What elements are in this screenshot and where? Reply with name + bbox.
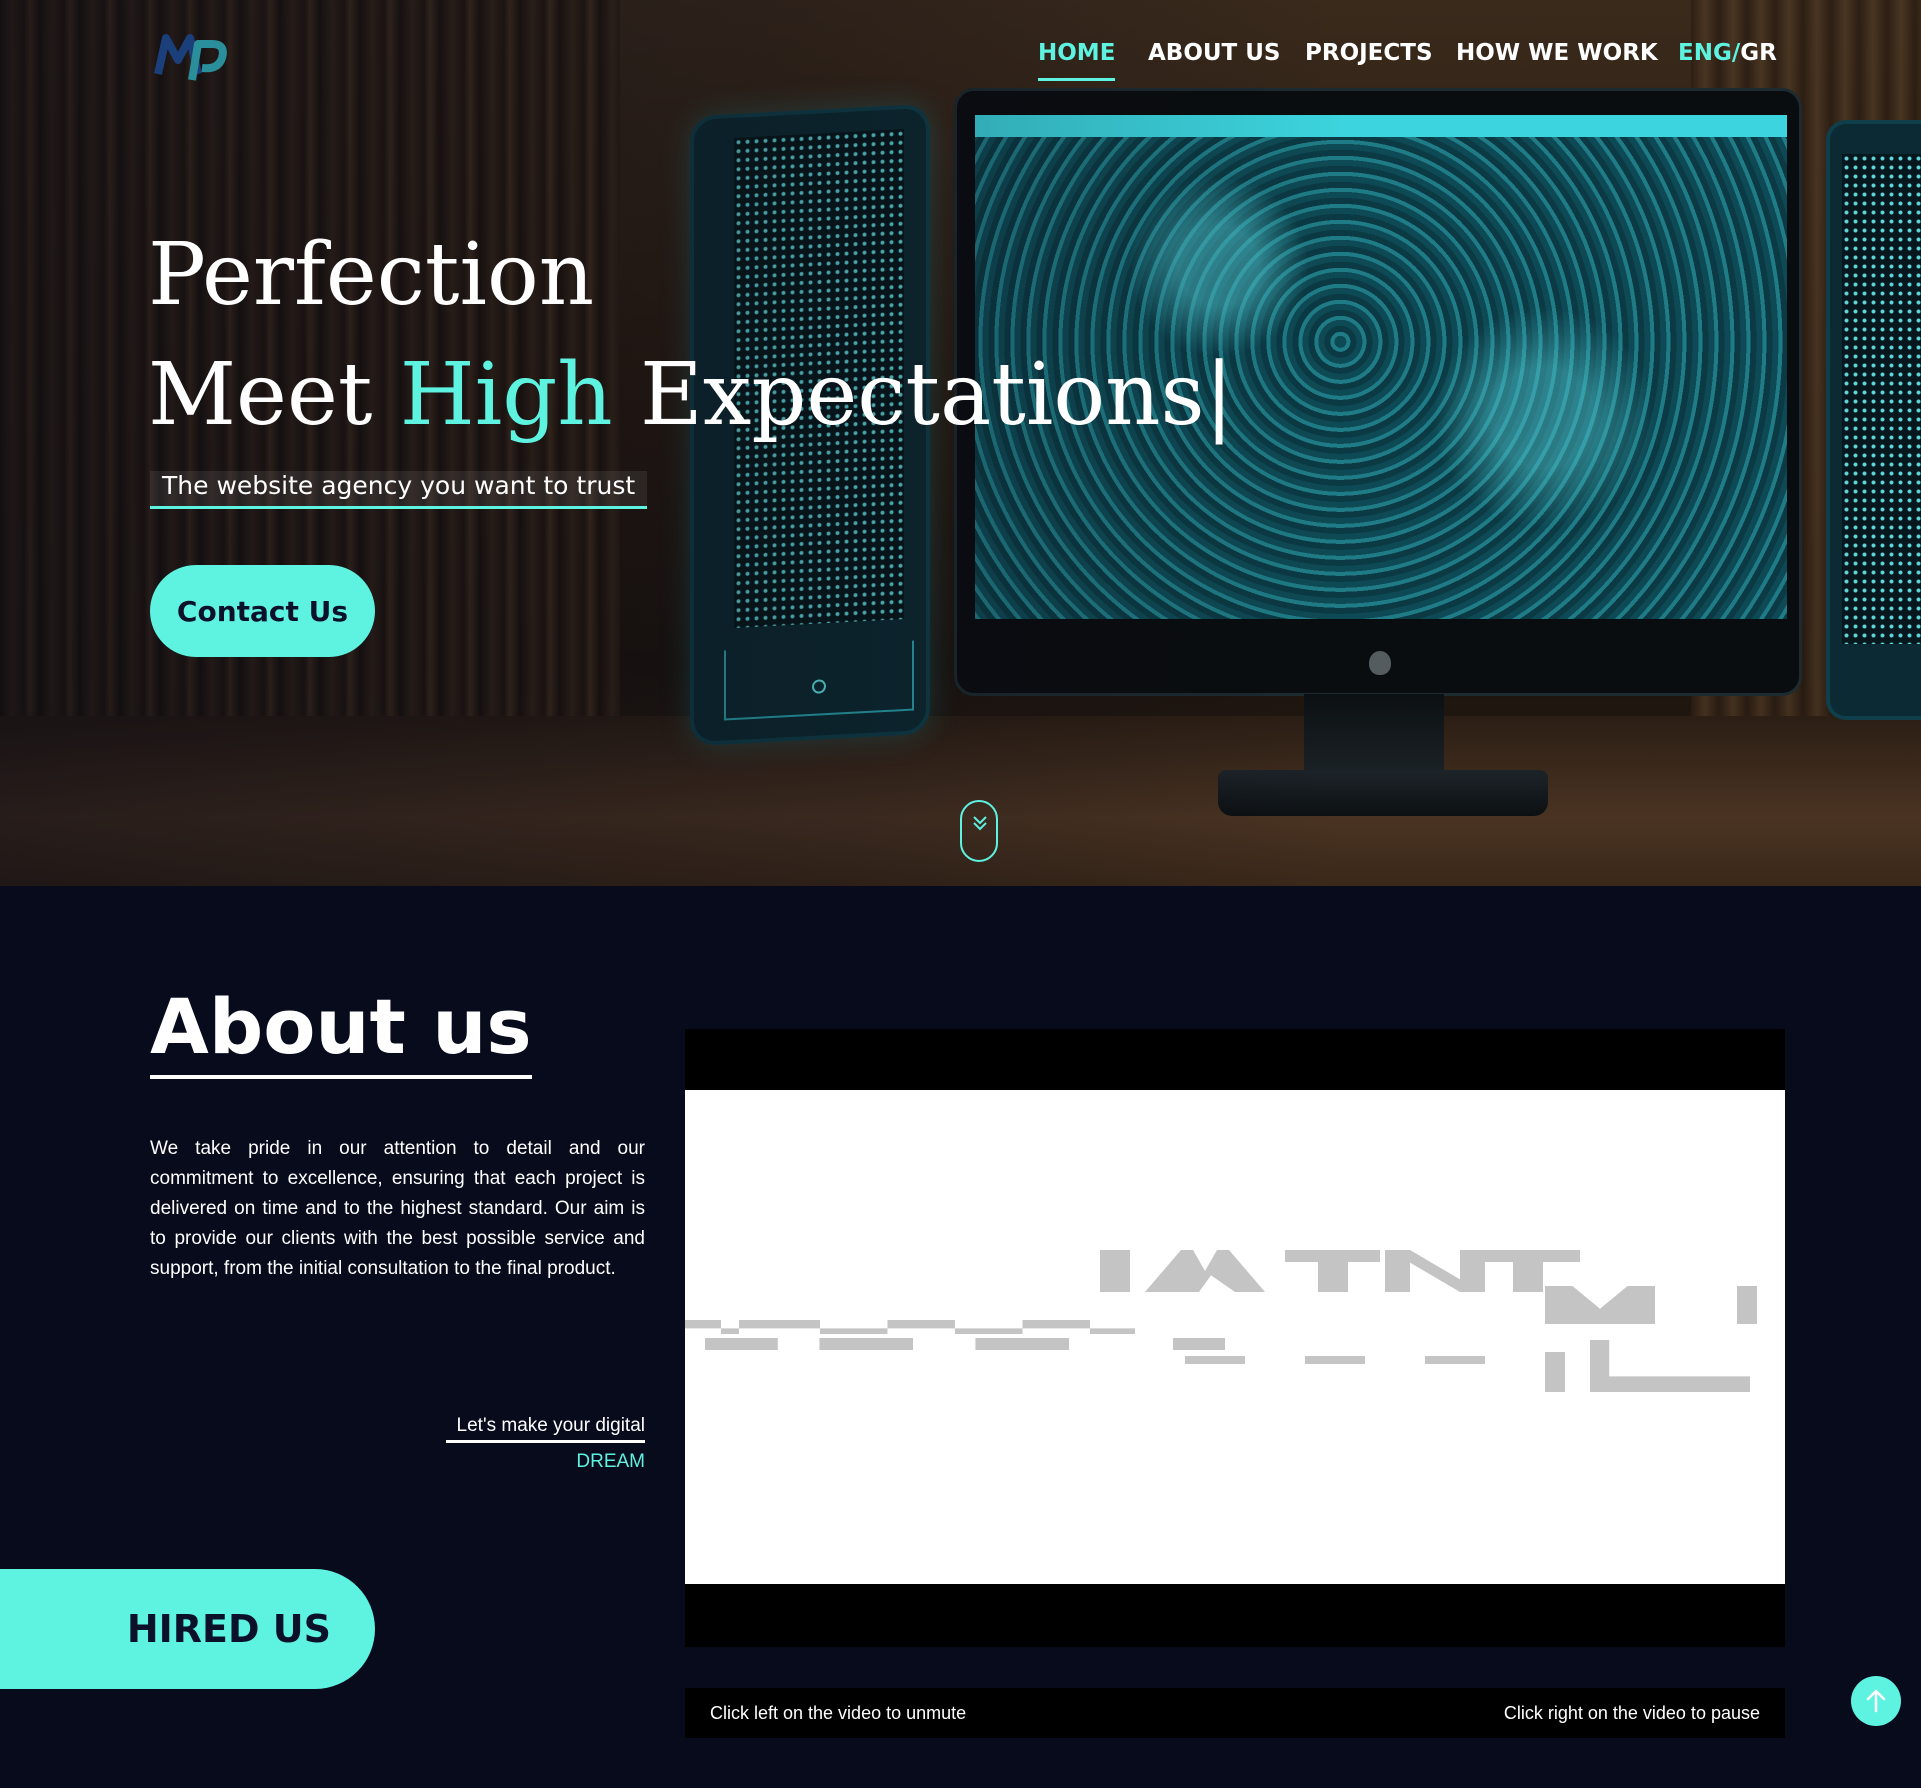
- lang-gr[interactable]: GR: [1740, 40, 1777, 66]
- hero-tagline: The website agency you want to trust: [150, 471, 648, 509]
- contact-us-button[interactable]: Contact Us: [150, 565, 375, 657]
- about-video[interactable]: [685, 1029, 1785, 1647]
- hero-title-highlight: High: [399, 345, 613, 445]
- nav-projects[interactable]: PROJECTS: [1305, 40, 1433, 66]
- video-hints-bar: Click left on the video to unmute Click …: [685, 1688, 1785, 1738]
- mp-logo-icon[interactable]: [152, 30, 230, 84]
- nav-home[interactable]: HOME: [1038, 40, 1116, 81]
- dream-line1: Let's make your digital: [446, 1415, 645, 1443]
- video-hint-unmute: Click left on the video to unmute: [710, 1703, 967, 1723]
- hero-title-line2: Meet High Expectations|: [148, 345, 1234, 445]
- lang-en[interactable]: ENG/: [1678, 40, 1740, 66]
- video-hint-pause: Click right on the video to pause: [1503, 1703, 1760, 1723]
- nav-about-us[interactable]: ABOUT US: [1148, 40, 1281, 66]
- nav-how-we-work[interactable]: HOW WE WORK: [1456, 40, 1658, 66]
- language-switcher: ENG/GR: [1678, 40, 1777, 66]
- hired-us-button[interactable]: HIRED US: [0, 1569, 375, 1689]
- scroll-to-top-button[interactable]: [1851, 1676, 1901, 1726]
- hero-title-line1: Perfection: [148, 225, 595, 325]
- dream-line2: DREAM: [576, 1451, 645, 1472]
- scroll-down-button[interactable]: [960, 800, 998, 862]
- about-text: We take pride in our attention to detail…: [150, 1138, 645, 1279]
- video-frame: [685, 1090, 1785, 1584]
- about-title: About us: [150, 982, 532, 1079]
